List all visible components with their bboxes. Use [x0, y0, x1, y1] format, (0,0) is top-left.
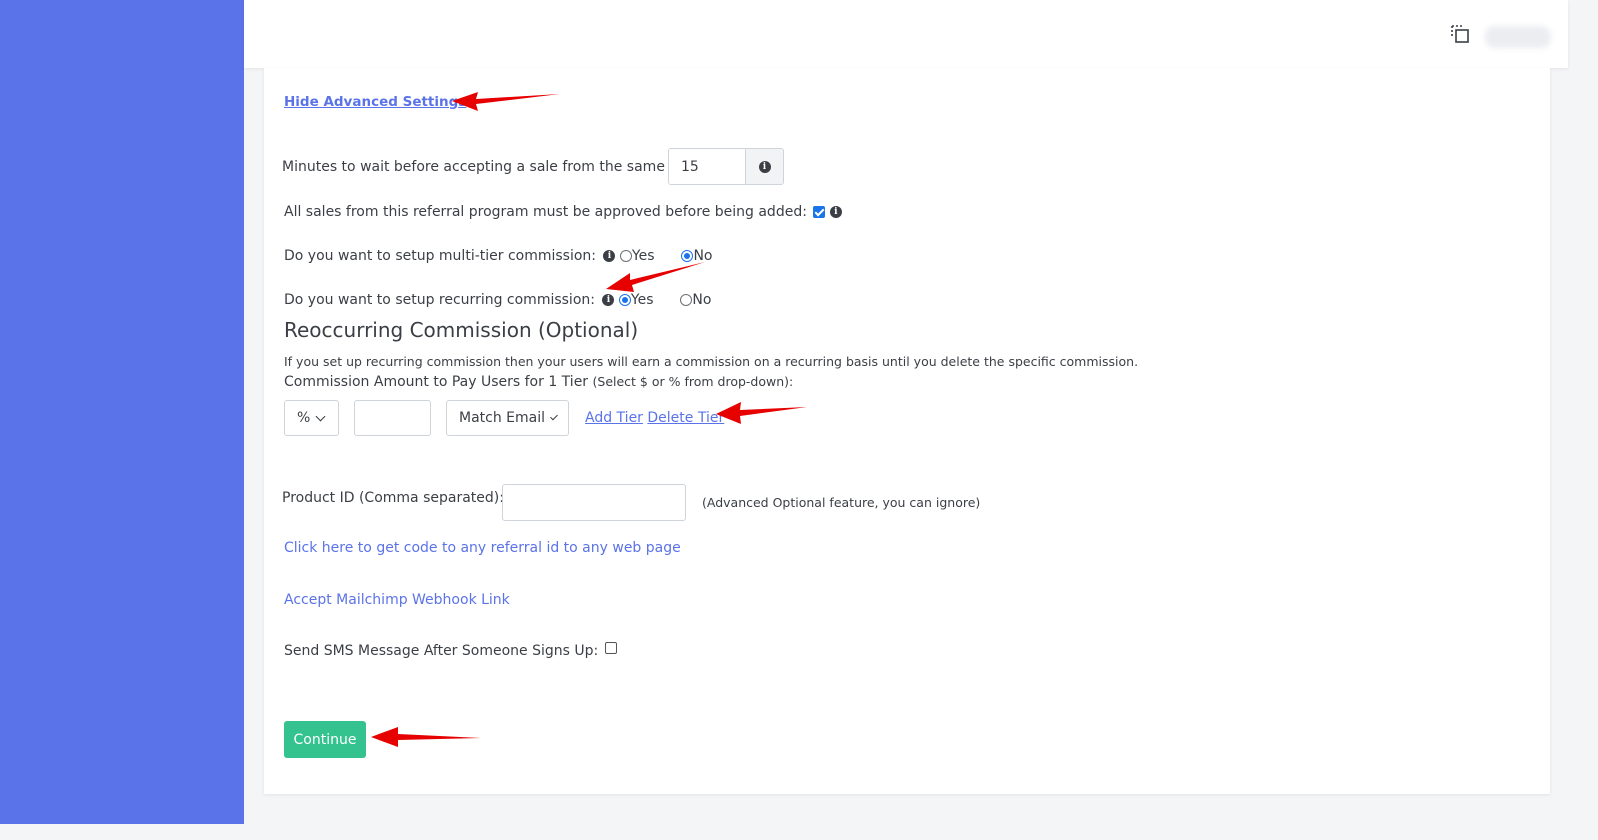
sidebar [0, 0, 244, 824]
info-icon[interactable]: i [603, 250, 616, 262]
recurring-label: Do you want to setup recurring commissio… [284, 292, 595, 308]
hide-advanced-settings-link[interactable]: Hide Advanced Settings [284, 94, 466, 110]
commission-type-select[interactable]: % [284, 400, 339, 436]
commission-amount-hint: (Select $ or % from drop-down): [592, 374, 794, 389]
commission-type-value: % [297, 410, 311, 426]
multi-tier-row: Do you want to setup multi-tier commissi… [284, 248, 712, 264]
commission-value-input[interactable] [354, 400, 431, 436]
commission-amount-label: Commission Amount to Pay Users for 1 Tie… [284, 374, 589, 390]
wait-minutes-input[interactable] [669, 149, 745, 184]
approve-sales-label: All sales from this referral program mus… [284, 204, 807, 220]
match-select-value: Match Email [459, 410, 546, 426]
delete-tier-link[interactable]: Delete Tier [647, 410, 724, 426]
user-avatar-blurred[interactable] [1485, 26, 1551, 48]
recurring-no-label: No [692, 292, 712, 308]
recurring-heading: Reoccurring Commission (Optional) [284, 318, 639, 342]
approve-sales-row: All sales from this referral program mus… [284, 204, 842, 220]
referral-code-link[interactable]: Click here to get code to any referral i… [284, 540, 681, 556]
multi-tier-no-label: No [693, 248, 713, 264]
wait-minutes-label: Minutes to wait before accepting a sale … [282, 159, 687, 175]
mailchimp-webhook-link[interactable]: Accept Mailchimp Webhook Link [284, 592, 510, 608]
product-id-input[interactable] [502, 484, 686, 521]
wait-minutes-group: i [668, 148, 784, 185]
multi-tier-no-radio[interactable] [681, 250, 694, 262]
topbar [244, 0, 1568, 68]
sms-row: Send SMS Message After Someone Signs Up: [284, 642, 617, 659]
sms-checkbox[interactable] [604, 642, 617, 654]
info-icon[interactable]: i [829, 206, 842, 218]
product-id-label: Product ID (Comma separated): [282, 490, 504, 506]
recurring-yes-label: Yes [630, 292, 654, 308]
match-select[interactable]: Match Email [446, 400, 569, 436]
wait-minutes-info-addon[interactable]: i [745, 149, 783, 184]
commission-amount-row: Commission Amount to Pay Users for 1 Tie… [284, 374, 793, 390]
recurring-no-radio[interactable] [680, 294, 693, 306]
tier-links: Add Tier Delete Tier [585, 410, 724, 426]
multi-tier-yes-radio[interactable] [619, 250, 632, 262]
multi-tier-label: Do you want to setup multi-tier commissi… [284, 248, 597, 264]
continue-button[interactable]: Continue [284, 721, 366, 758]
copy-icon[interactable] [1449, 23, 1471, 45]
approve-sales-checkbox[interactable] [813, 206, 826, 218]
info-icon: i [758, 160, 771, 173]
chevron-down-icon [315, 411, 326, 421]
multi-tier-yes-label: Yes [631, 248, 655, 264]
chevron-down-icon [550, 412, 558, 420]
info-icon[interactable]: i [602, 294, 615, 306]
recurring-row: Do you want to setup recurring commissio… [284, 292, 711, 308]
recurring-description: If you set up recurring commission then … [284, 354, 1139, 369]
recurring-yes-radio[interactable] [618, 294, 631, 306]
sms-label: Send SMS Message After Someone Signs Up: [284, 643, 599, 659]
add-tier-link[interactable]: Add Tier [585, 410, 643, 426]
product-id-hint: (Advanced Optional feature, you can igno… [702, 495, 981, 510]
